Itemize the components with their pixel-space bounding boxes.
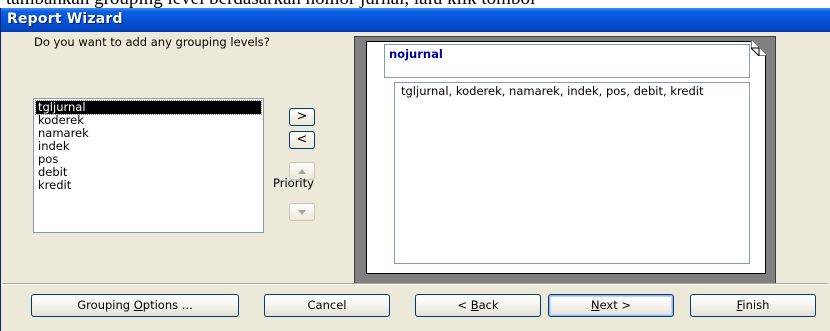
window-title: Report Wizard bbox=[7, 11, 123, 27]
finish-label-post: inish bbox=[742, 298, 770, 312]
cancel-button[interactable]: Cancel bbox=[264, 294, 390, 317]
field-list-item[interactable]: indek bbox=[36, 140, 261, 153]
button-separator bbox=[2, 283, 828, 285]
background-document-text: tambahkan grouping level berdasarkan nom… bbox=[6, 0, 830, 8]
grouping-options-button[interactable]: Grouping Options ... bbox=[31, 294, 239, 317]
grouping-question: Do you want to add any grouping levels? bbox=[34, 35, 270, 49]
arrow-up-icon bbox=[298, 169, 306, 174]
group-header-label: nojurnal bbox=[389, 47, 443, 61]
back-button[interactable]: < Back bbox=[415, 294, 541, 317]
next-label-post: ext > bbox=[599, 298, 632, 312]
available-fields-list[interactable]: tgljurnal koderek namarek indek pos debit kred… bbox=[33, 98, 264, 233]
detail-fields-preview: tgljurnal, koderek, namarek, indek, pos,… bbox=[394, 82, 750, 264]
grouping-options-accel: O bbox=[133, 298, 143, 312]
priority-label: Priority bbox=[273, 176, 314, 190]
title-bar[interactable]: Report Wizard bbox=[1, 8, 830, 32]
back-label-pre: < bbox=[457, 298, 471, 312]
back-label-post: ack bbox=[478, 298, 499, 312]
grouping-options-label-post: ptions ... bbox=[142, 298, 193, 312]
finish-button[interactable]: Finish bbox=[690, 294, 816, 317]
field-list-item[interactable]: pos bbox=[36, 153, 261, 166]
next-button[interactable]: Next > bbox=[548, 294, 674, 317]
grouping-options-label-pre: Grouping bbox=[77, 298, 134, 312]
page-corner-fold-icon bbox=[751, 40, 767, 56]
remove-grouping-button[interactable]: < bbox=[289, 131, 315, 149]
field-list-item[interactable]: kredit bbox=[36, 179, 261, 192]
next-accel: N bbox=[590, 298, 600, 312]
back-accel: B bbox=[470, 298, 479, 312]
arrow-down-icon bbox=[298, 210, 306, 215]
priority-down-button[interactable] bbox=[289, 203, 315, 221]
screen: tambahkan grouping level berdasarkan nom… bbox=[0, 0, 830, 331]
add-grouping-button[interactable]: > bbox=[289, 108, 315, 126]
